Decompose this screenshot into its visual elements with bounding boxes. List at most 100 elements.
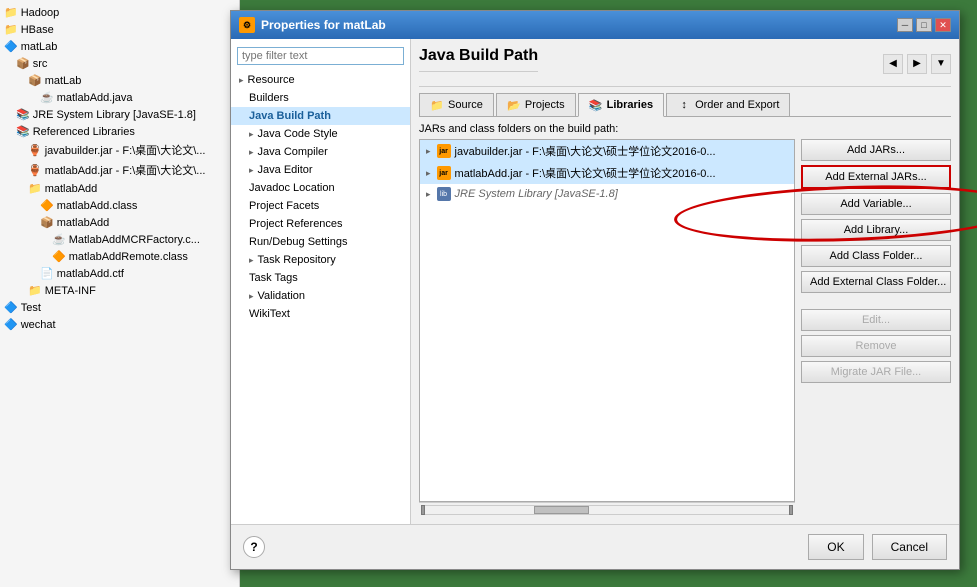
expand-icon: ▸ [426, 189, 431, 200]
tab-projects[interactable]: 📂 Projects [496, 93, 576, 116]
nav-item-resource[interactable]: Resource [231, 71, 410, 89]
lib-icon: lib [437, 187, 451, 201]
tree-item-matlabAdd-sub[interactable]: 📦matlabAdd [0, 214, 239, 231]
ok-button[interactable]: OK [808, 534, 863, 560]
tree-item-test[interactable]: 🔷Test [0, 299, 239, 316]
nav-item-builders[interactable]: Builders [231, 89, 410, 107]
expand-icon: ▸ [426, 168, 431, 179]
add-jars-button[interactable]: Add JARs... [801, 139, 951, 161]
jar-icon: jar [437, 166, 451, 180]
ide-panel: 📁Hadoop📁HBase🔷matLab📦src📦matLab☕matlabAd… [0, 0, 240, 587]
maximize-button[interactable]: □ [916, 18, 932, 32]
dialog-title-area: ⚙ Properties for matLab [239, 17, 386, 33]
buttons-panel: Add JARs... Add External JARs... Add Varia… [801, 139, 951, 516]
scroll-right-arrow[interactable] [789, 505, 793, 515]
source-icon: 📁 [430, 98, 444, 112]
tree-item-matlab[interactable]: 🔷matLab [0, 38, 239, 55]
tab-source-label: Source [448, 99, 483, 111]
tree-item-matlab-sub[interactable]: 📦matLab [0, 72, 239, 89]
titlebar-buttons: ─ □ ✕ [897, 18, 951, 32]
nav-item-wikitext[interactable]: WikiText [231, 305, 410, 323]
jar-entry-matlabAdd[interactable]: ▸ jar matlabAdd.jar - F:\桌面\大论文\硕士学位论文2016… [420, 162, 794, 184]
tab-libraries[interactable]: 📚 Libraries [578, 93, 664, 117]
tab-projects-label: Projects [525, 99, 565, 111]
add-external-class-folder-button[interactable]: Add External Class Folder... [801, 271, 951, 293]
projects-icon: 📂 [507, 98, 521, 112]
dialog-footer: ? OK Cancel [231, 524, 959, 569]
jar-label: matlabAdd.jar - F:\桌面\大论文\硕士学位论文2016-0..… [455, 165, 716, 181]
jar-label: javabuilder.jar - F:\桌面\大论文\硕士学位论文2016-0… [455, 143, 716, 159]
nav-item-project-facets[interactable]: Project Facets [231, 197, 410, 215]
tree-item-matlabAdd-ctf[interactable]: 📄matlabAdd.ctf [0, 265, 239, 282]
close-button[interactable]: ✕ [935, 18, 951, 32]
tab-order-label: Order and Export [695, 99, 779, 111]
add-variable-button[interactable]: Add Variable... [801, 193, 951, 215]
libraries-icon: 📚 [589, 98, 603, 112]
forward-button[interactable]: ▶ [907, 54, 927, 74]
nav-item-run-debug-settings[interactable]: Run/Debug Settings [231, 233, 410, 251]
nav-item-validation[interactable]: Validation [231, 287, 410, 305]
dropdown-button[interactable]: ▼ [931, 54, 951, 74]
jar-list[interactable]: ▸ jar javabuilder.jar - F:\桌面\大论文\硕士学位论文20… [419, 139, 795, 502]
project-tree: 📁Hadoop📁HBase🔷matLab📦src📦matLab☕matlabAd… [0, 0, 239, 337]
add-library-button[interactable]: Add Library... [801, 219, 951, 241]
tree-item-jre-system[interactable]: 📚JRE System Library [JavaSE-1.8] [0, 106, 239, 123]
tree-item-javabuilder-jar[interactable]: 🏺javabuilder.jar - F:\桌面\大论文\... [0, 140, 239, 160]
jar-list-label: JARs and class folders on the build path… [419, 123, 951, 135]
nav-item-task-repository[interactable]: Task Repository [231, 251, 410, 269]
nav-item-java-code-style[interactable]: Java Code Style [231, 125, 410, 143]
tree-item-matlabAdd-jar[interactable]: 🏺matlabAdd.jar - F:\桌面\大论文\... [0, 160, 239, 180]
tree-item-ref-libs[interactable]: 📚Referenced Libraries [0, 123, 239, 140]
nav-arrows: ◀ ▶ ▼ [883, 54, 951, 74]
add-class-folder-button[interactable]: Add Class Folder... [801, 245, 951, 267]
tree-item-hadoop[interactable]: 📁Hadoop [0, 4, 239, 21]
tab-order-export[interactable]: ↕ Order and Export [666, 93, 790, 116]
nav-item-task-tags[interactable]: Task Tags [231, 269, 410, 287]
nav-item-project-references[interactable]: Project References [231, 215, 410, 233]
nav-item-java-compiler[interactable]: Java Compiler [231, 143, 410, 161]
back-button[interactable]: ◀ [883, 54, 903, 74]
tree-item-meta-inf[interactable]: 📁META-INF [0, 282, 239, 299]
dialog-icon: ⚙ [239, 17, 255, 33]
jar-entry-jre-system[interactable]: ▸ lib JRE System Library [JavaSE-1.8] [420, 184, 794, 204]
migrate-jar-button: Migrate JAR File... [801, 361, 951, 383]
tree-item-wechat[interactable]: 🔷wechat [0, 316, 239, 333]
tree-item-MatlabAddMCR[interactable]: ☕MatlabAddMCRFactory.c... [0, 231, 239, 248]
nav-item-java-editor[interactable]: Java Editor [231, 161, 410, 179]
footer-buttons: OK Cancel [808, 534, 947, 560]
tree-item-matlabAdd-folder[interactable]: 📁matlabAdd [0, 180, 239, 197]
nav-search-input[interactable] [237, 47, 404, 65]
scroll-area[interactable] [419, 502, 795, 516]
scrollbar-track[interactable] [425, 505, 789, 515]
cancel-button[interactable]: Cancel [872, 534, 947, 560]
properties-dialog: ⚙ Properties for matLab ─ □ ✕ ResourceBu… [230, 10, 960, 570]
tab-libraries-label: Libraries [607, 99, 653, 111]
jar-label: JRE System Library [JavaSE-1.8] [455, 188, 618, 200]
minimize-button[interactable]: ─ [897, 18, 913, 32]
nav-search-container [237, 47, 404, 65]
nav-item-java-build-path[interactable]: Java Build Path [231, 107, 410, 125]
nav-items-list: ResourceBuildersJava Build PathJava Code… [231, 71, 410, 323]
tree-item-matlabAdd-java[interactable]: ☕matlabAdd.java [0, 89, 239, 106]
dialog-title: Properties for matLab [261, 18, 386, 32]
nav-panel: ResourceBuildersJava Build PathJava Code… [231, 39, 411, 524]
add-external-jars-button[interactable]: Add External JARs... [801, 165, 951, 189]
main-panel: Java Build Path ◀ ▶ ▼ 📁 Source 📂 Project… [411, 39, 959, 524]
tree-item-matlabAdd-class[interactable]: 🔶matlabAdd.class [0, 197, 239, 214]
jar-icon: jar [437, 144, 451, 158]
help-button[interactable]: ? [243, 536, 265, 558]
dialog-body: ResourceBuildersJava Build PathJava Code… [231, 39, 959, 524]
scrollbar-thumb[interactable] [534, 506, 589, 514]
nav-item-javadoc-location[interactable]: Javadoc Location [231, 179, 410, 197]
tree-item-hbase[interactable]: 📁HBase [0, 21, 239, 38]
main-panel-title: Java Build Path [419, 47, 538, 72]
remove-button: Remove [801, 335, 951, 357]
jar-entry-javabuilder[interactable]: ▸ jar javabuilder.jar - F:\桌面\大论文\硕士学位论文20… [420, 140, 794, 162]
expand-icon: ▸ [426, 146, 431, 157]
edit-button: Edit... [801, 309, 951, 331]
order-icon: ↕ [677, 98, 691, 112]
tab-source[interactable]: 📁 Source [419, 93, 494, 116]
tree-item-src[interactable]: 📦src [0, 55, 239, 72]
content-area: ▸ jar javabuilder.jar - F:\桌面\大论文\硕士学位论文20… [419, 139, 951, 516]
tree-item-matlabAddRemote[interactable]: 🔶matlabAddRemote.class [0, 248, 239, 265]
